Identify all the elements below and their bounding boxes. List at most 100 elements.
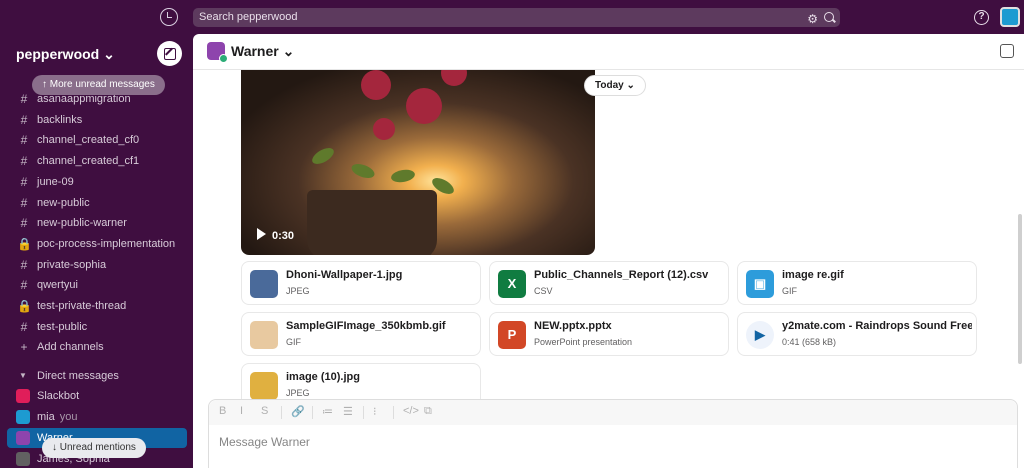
bullet-list-icon[interactable]: ☰: [343, 405, 353, 418]
sidebar-item-channel[interactable]: # channel_created_cf0: [0, 130, 193, 150]
main-pane: Warner ⌄ 0:30 Today ⌄ Dhoni-Wallpaper-1.…: [193, 34, 1024, 468]
bold-icon[interactable]: B: [219, 405, 226, 417]
file-type: GIF: [782, 286, 797, 296]
sidebar-item-label: new-public: [37, 196, 90, 209]
file-name[interactable]: Dhoni-Wallpaper-1.jpg: [286, 269, 476, 281]
play-icon[interactable]: [257, 228, 266, 240]
search-input[interactable]: Search pepperwood ⚙: [193, 8, 840, 27]
file-name[interactable]: image (10).jpg: [286, 371, 476, 383]
help-icon[interactable]: ?: [974, 10, 989, 25]
sidebar-item-channel[interactable]: # backlinks: [0, 110, 193, 130]
file-name[interactable]: y2mate.com - Raindrops Sound Free...: [782, 320, 972, 332]
sidebar-item-channel[interactable]: 🔒 poc-process-implementation: [0, 234, 193, 254]
lock-icon: 🔒: [17, 299, 32, 313]
sidebar-item-label: test-private-thread: [37, 300, 127, 312]
file-thumbnail: X: [498, 270, 526, 298]
message-input[interactable]: Message Warner: [219, 435, 310, 449]
code-icon[interactable]: </>: [403, 405, 419, 417]
file-thumbnail: [250, 321, 278, 349]
avatar: [207, 42, 228, 63]
file-attachment[interactable]: Dhoni-Wallpaper-1.jpg JPEG: [241, 261, 481, 305]
file-attachment[interactable]: P NEW.pptx.pptx PowerPoint presentation: [489, 312, 729, 356]
file-attachment[interactable]: X Public_Channels_Report (12).csv CSV: [489, 261, 729, 305]
hash-icon: #: [20, 154, 28, 169]
channel-title[interactable]: Warner ⌄: [231, 43, 294, 60]
file-name[interactable]: SampleGIFImage_350kbmb.gif: [286, 320, 476, 332]
date-divider[interactable]: Today ⌄: [584, 75, 646, 96]
clock-icon[interactable]: [160, 8, 178, 26]
user-avatar[interactable]: [1000, 7, 1020, 27]
toolbar-divider: [281, 406, 282, 419]
sidebar-item-label: test-public: [37, 320, 88, 333]
file-type: PowerPoint presentation: [534, 337, 633, 347]
link-icon[interactable]: 🔗: [291, 405, 305, 418]
sidebar-item-channel[interactable]: + Add channels: [0, 337, 193, 357]
sidebar-item-dm[interactable]: Slackbot: [0, 386, 193, 406]
sidebar-item-channel[interactable]: # channel_created_cf1: [0, 151, 193, 171]
sidebar-item-label: private-sophia: [37, 258, 107, 271]
toolbar-divider: [393, 406, 394, 419]
sidebar-item-channel[interactable]: # qwertyui: [0, 275, 193, 295]
unread-mentions-pill[interactable]: ↓ Unread mentions: [42, 438, 146, 458]
workspace-name[interactable]: pepperwood ⌄: [16, 46, 115, 63]
flower-shape: [406, 88, 442, 124]
filter-icon[interactable]: ⚙: [807, 10, 818, 29]
file-thumbnail: P: [498, 321, 526, 349]
avatar: [16, 410, 30, 424]
sidebar-item-label: channel_created_cf0: [37, 134, 140, 147]
scrollbar[interactable]: [1018, 214, 1022, 364]
ordered-list-icon[interactable]: ≔: [322, 405, 333, 418]
sidebar-item-label: backlinks: [37, 113, 83, 126]
file-name[interactable]: image re.gif: [782, 269, 972, 281]
sidebar: pepperwood ⌄ # asanaappmigration # backlink…: [0, 34, 193, 468]
search-placeholder: Search pepperwood: [199, 11, 298, 23]
avatar: [16, 452, 30, 466]
leaf-shape: [309, 144, 337, 168]
code-block-icon[interactable]: ⧉: [424, 405, 432, 418]
file-attachment[interactable]: ▣ image re.gif GIF: [737, 261, 977, 305]
hash-icon: #: [20, 257, 28, 272]
sidebar-item-channel[interactable]: # private-sophia: [0, 255, 193, 275]
flower-shape: [441, 70, 467, 86]
hash-icon: #: [20, 112, 28, 127]
lock-icon: 🔒: [17, 236, 32, 251]
sidebar-item-channel[interactable]: # test-public: [0, 317, 193, 337]
compose-icon[interactable]: [157, 41, 182, 66]
file-type: 0:41 (658 kB): [782, 337, 837, 347]
leaf-shape: [390, 168, 416, 184]
strikethrough-icon[interactable]: S: [261, 405, 268, 417]
hash-icon: #: [20, 133, 28, 148]
hash-icon: #: [20, 174, 28, 189]
flower-shape: [373, 118, 395, 140]
file-thumbnail: [250, 372, 278, 400]
search-icon[interactable]: [824, 12, 834, 22]
file-name[interactable]: Public_Channels_Report (12).csv: [534, 269, 724, 281]
hash-icon: #: [20, 319, 28, 334]
hash-icon: #: [20, 216, 28, 231]
sidebar-item-channel[interactable]: # june-09: [0, 172, 193, 192]
more-unread-pill[interactable]: ↑ More unread messages: [32, 75, 165, 95]
file-thumbnail: ▣: [746, 270, 774, 298]
sidebar-item-channel[interactable]: # new-public: [0, 193, 193, 213]
sidebar-item-channel[interactable]: # new-public-warner: [0, 213, 193, 233]
toolbar-divider: [312, 406, 313, 419]
video-duration[interactable]: 0:30: [257, 228, 294, 242]
canvas-icon[interactable]: [1000, 44, 1014, 58]
sidebar-item-label: channel_created_cf1: [37, 155, 140, 168]
italic-icon[interactable]: I: [240, 405, 243, 417]
message-composer[interactable]: B I S 🔗 ≔ ☰ ⁝ </> ⧉ Message Warner: [208, 399, 1018, 468]
sidebar-item-channel[interactable]: 🔒 test-private-thread: [0, 296, 193, 316]
direct-messages-section[interactable]: ▼ Direct messages: [0, 366, 193, 386]
file-attachment[interactable]: ▶ y2mate.com - Raindrops Sound Free... 0:4…: [737, 312, 977, 356]
file-name[interactable]: NEW.pptx.pptx: [534, 320, 724, 332]
file-thumbnail: ▶: [746, 321, 774, 349]
file-attachment[interactable]: SampleGIFImage_350kbmb.gif GIF: [241, 312, 481, 356]
video-attachment[interactable]: 0:30: [241, 70, 595, 255]
file-type: CSV: [534, 286, 553, 296]
blockquote-icon[interactable]: ⁝: [373, 405, 377, 418]
file-type: JPEG: [286, 286, 310, 296]
sidebar-item-dm[interactable]: mia you: [0, 407, 193, 427]
sidebar-item-label: poc-process-implementation: [37, 237, 176, 250]
file-type: GIF: [286, 337, 301, 347]
flower-shape: [361, 70, 391, 100]
